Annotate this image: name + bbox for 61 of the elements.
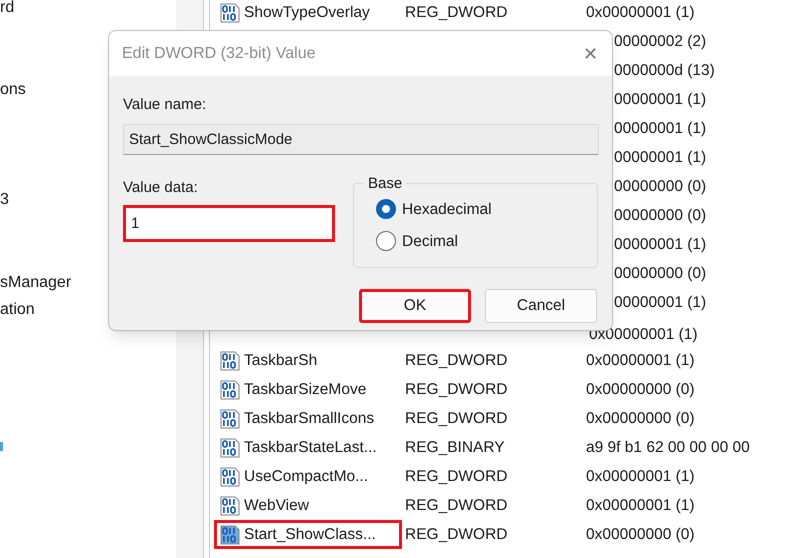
value-data: 00000001 (1) bbox=[614, 118, 706, 139]
value-type: REG_DWORD bbox=[404, 524, 508, 545]
dialog-button[interactable]: Cancel bbox=[485, 288, 597, 322]
dialog-button[interactable]: OK bbox=[359, 288, 471, 322]
value-data: 00000000 (0) bbox=[614, 206, 706, 226]
radio-button[interactable] bbox=[376, 199, 396, 220]
value-data: a9 9f b1 62 00 00 00 00 bbox=[586, 438, 750, 458]
value-name-field[interactable]: Start_ShowClassicMode bbox=[123, 124, 599, 154]
tree-item[interactable]: rd bbox=[0, 0, 14, 20]
value-data: 0x00000001 (1) bbox=[586, 496, 695, 516]
value-data: 00000001 (1) bbox=[614, 90, 706, 110]
selection-marker bbox=[0, 442, 3, 451]
value-data-field[interactable]: 1 bbox=[123, 205, 335, 242]
value-type: REG_DWORD bbox=[404, 350, 508, 371]
value-data: 0x00000001 (1) bbox=[586, 466, 695, 487]
tree-item[interactable]: sManager bbox=[0, 270, 72, 295]
tree-item[interactable]: 3 bbox=[0, 188, 9, 212]
binary-value-icon bbox=[219, 494, 241, 516]
value-data: 0x00000001 (1) bbox=[586, 2, 695, 23]
binary-value-icon bbox=[219, 2, 241, 24]
value-name[interactable]: ShowTypeOverlay bbox=[244, 0, 370, 24]
value-name[interactable]: TaskbarStateLast... bbox=[244, 436, 377, 460]
value-data: 0x00000001 (1) bbox=[586, 350, 695, 371]
field-label: Value data: bbox=[123, 178, 199, 198]
tree-item[interactable]: ation bbox=[0, 298, 35, 322]
binary-value-icon bbox=[219, 436, 241, 458]
value-name[interactable]: TaskbarSmallIcons bbox=[244, 406, 374, 430]
value-data: 0x00000001 (1) bbox=[589, 324, 698, 345]
value-data: 00000000 (0) bbox=[614, 176, 706, 197]
value-name[interactable]: UseCompactMo... bbox=[244, 464, 368, 488]
value-name[interactable]: TaskbarSh bbox=[244, 348, 318, 372]
binary-value-icon bbox=[219, 524, 241, 546]
radio-button[interactable] bbox=[376, 231, 396, 252]
value-type: REG_DWORD bbox=[404, 380, 508, 400]
binary-value-icon bbox=[219, 408, 241, 430]
radio-option[interactable]: Hexadecimal bbox=[376, 198, 597, 221]
binary-value-icon bbox=[219, 350, 241, 372]
field-label: Value name: bbox=[123, 95, 208, 115]
value-data: 00000001 (1) bbox=[614, 292, 706, 313]
value-name[interactable]: TaskbarSizeMove bbox=[244, 378, 366, 402]
value-data: 00000002 (2) bbox=[614, 32, 706, 52]
binary-value-icon bbox=[219, 378, 241, 400]
value-name[interactable]: WebView bbox=[244, 494, 309, 518]
value-type: REG_DWORD bbox=[404, 408, 508, 429]
value-name[interactable]: Start_ShowClass... bbox=[244, 522, 376, 546]
value-data: 00000001 (1) bbox=[614, 148, 706, 168]
binary-value-icon bbox=[219, 466, 241, 488]
value-type: REG_BINARY bbox=[404, 438, 506, 458]
tree-item[interactable]: ons bbox=[0, 78, 26, 102]
close-button[interactable]: ✕ bbox=[583, 44, 598, 62]
value-type: REG_DWORD bbox=[404, 2, 508, 23]
radio-option[interactable]: Decimal bbox=[376, 230, 597, 253]
value-data: 0000000d (13) bbox=[614, 60, 715, 81]
window-title: Edit DWORD (32-bit) Value bbox=[122, 44, 316, 64]
value-data: 00000000 (0) bbox=[614, 264, 706, 284]
value-type: REG_DWORD bbox=[404, 496, 508, 516]
value-data: 0x00000000 (0) bbox=[586, 408, 695, 429]
value-data: 00000001 (1) bbox=[614, 234, 706, 255]
value-data: 0x00000000 (0) bbox=[586, 380, 695, 400]
value-data: 0x00000000 (0) bbox=[586, 524, 695, 545]
value-type: REG_DWORD bbox=[404, 466, 508, 487]
